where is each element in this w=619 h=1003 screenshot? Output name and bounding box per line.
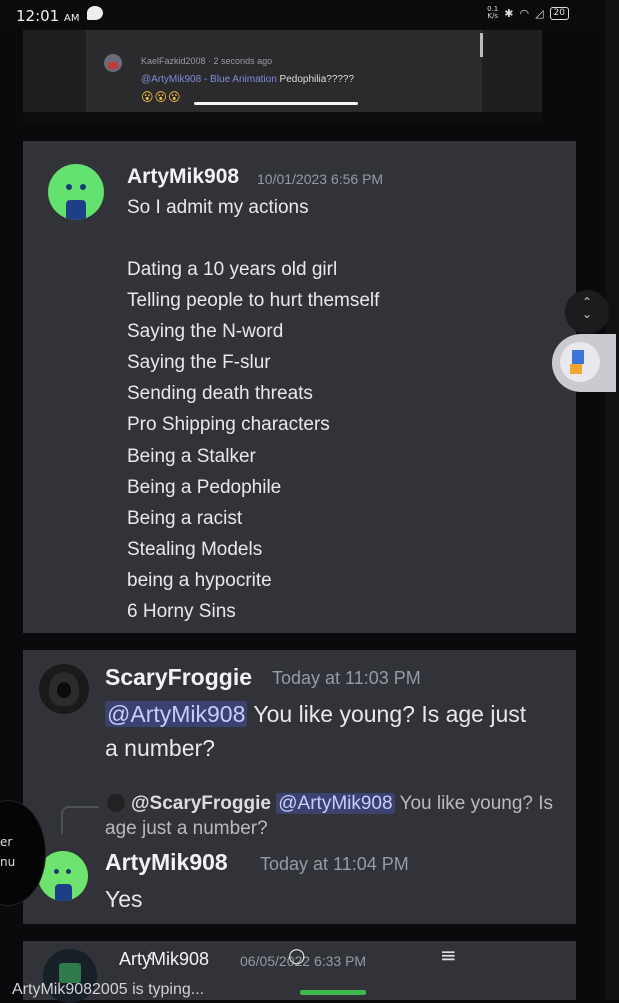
status-bar: 12:01 AM 0.1 K/s ✱ ◠ ◿ 20 <box>0 0 619 30</box>
message-line: Sending death threats <box>127 383 313 404</box>
typing-indicator: ArtyMik9082005 is typing... <box>12 981 205 998</box>
bluetooth-icon: ✱ <box>504 6 514 20</box>
floating-bubble-text: er nu <box>0 835 16 869</box>
message-text: Yes <box>105 886 143 912</box>
message-timestamp: 10/01/2023 6:56 PM <box>257 171 384 187</box>
device-frame <box>605 0 619 1000</box>
message-line: 6 Horny Sins <box>127 601 236 622</box>
floating-chat-head[interactable] <box>552 334 616 392</box>
chevron-up-down-icon[interactable]: ⌃ ⌄ <box>565 290 609 334</box>
status-time: 12:01 AM <box>16 7 80 25</box>
reply-connector <box>61 806 99 834</box>
commenter-avatar <box>104 54 122 72</box>
progress-line <box>194 102 358 105</box>
status-bar-indicator <box>300 990 366 995</box>
message-line: Saying the F-slur <box>127 352 271 373</box>
home-icon[interactable]: ○ <box>288 943 305 967</box>
user-mention[interactable]: @ArtyMik908 <box>105 701 248 727</box>
message-line: Being a Pedophile <box>127 477 282 498</box>
message-username[interactable]: ArtyMik908 <box>105 849 228 876</box>
network-speed: 0.1 K/s <box>487 5 499 20</box>
message-timestamp: Today at 11:03 PM <box>272 668 421 688</box>
reply-preview[interactable]: @ScaryFroggie @ArtyMik908 You like young… <box>105 791 555 841</box>
battery-icon: 20 <box>549 6 569 20</box>
avatar[interactable] <box>39 664 89 714</box>
signal-icon: ◿ <box>535 6 544 20</box>
message-line: Pro Shipping characters <box>127 414 330 435</box>
commenter-name: KaelFazkid2008 · 2 seconds ago <box>141 56 273 66</box>
chat-notification-icon <box>87 6 103 20</box>
menu-icon[interactable]: ≡ <box>440 943 457 967</box>
message-line: So I admit my actions <box>127 197 309 218</box>
message-line: Telling people to hurt themself <box>127 290 380 311</box>
message-timestamp: Today at 11:04 PM <box>260 854 409 874</box>
message-card-artymik-confession: ArtyMik908 10/01/2023 6:56 PM So I admit… <box>23 141 576 633</box>
message-username[interactable]: ArtyMik908 <box>127 165 239 189</box>
wifi-icon: ◠ <box>519 6 530 20</box>
message-line: Stealing Models <box>127 539 263 560</box>
message-username[interactable]: ArtyMik908 <box>119 949 209 970</box>
message-line: Saying the N-word <box>127 321 284 342</box>
message-line: Being a racist <box>127 508 243 529</box>
message-card-conversation: ScaryFroggie Today at 11:03 PM @ArtyMik9… <box>23 650 576 924</box>
avatar[interactable] <box>48 164 104 220</box>
divider <box>23 112 542 124</box>
message-username[interactable]: ScaryFroggie <box>105 664 252 691</box>
comment-preview: KaelFazkid2008 · 2 seconds ago @ArtyMik9… <box>86 30 483 112</box>
shocked-emoji-icon: 😮😮😮 <box>141 90 182 104</box>
message-text: @ArtyMik908 You like young? Is age just … <box>105 701 527 761</box>
scroll-caret <box>480 33 483 57</box>
message-line: being a hypocrite <box>127 570 272 591</box>
back-icon[interactable]: ‹ <box>146 943 154 967</box>
comment-text: @ArtyMik908 - Blue Animation Pedophilia?… <box>141 74 355 85</box>
message-line: Dating a 10 years old girl <box>127 259 338 280</box>
status-icons: 0.1 K/s ✱ ◠ ◿ 20 <box>487 6 569 20</box>
message-line: Being a Stalker <box>127 446 256 467</box>
embedded-comment-screenshot: KaelFazkid2008 · 2 seconds ago @ArtyMik9… <box>23 30 542 124</box>
